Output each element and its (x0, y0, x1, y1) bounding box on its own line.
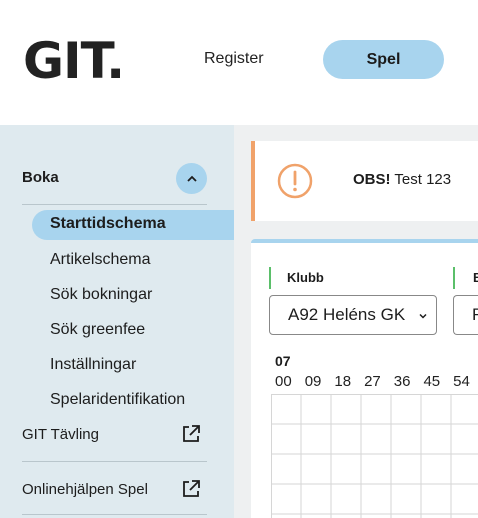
chevron-up-icon (186, 175, 197, 182)
sidebar-divider (22, 461, 207, 462)
schedule-hour: 07 (275, 353, 291, 369)
notice-bold: OBS! (353, 171, 391, 188)
sidebar-item-installningar[interactable]: Inställningar (50, 356, 136, 374)
notice-banner: OBS! Test 123 (251, 141, 478, 221)
field-marker (453, 267, 455, 289)
second-filter-select[interactable]: F (453, 295, 478, 335)
second-filter-label: B (473, 270, 478, 285)
minute-label: 00 (275, 373, 292, 390)
minute-label: 18 (334, 373, 352, 390)
warning-circle-icon (277, 163, 313, 199)
notice-message: OBS! Test 123 (353, 171, 451, 188)
top-header: GIT. Register Spel (0, 0, 478, 125)
git-logo[interactable]: GIT. (23, 32, 125, 90)
sidebar-divider (22, 514, 207, 515)
minute-label: 09 (304, 373, 322, 390)
sidebar-item-artikelschema[interactable]: Artikelschema (50, 251, 150, 269)
sidebar-item-sok-greenfee[interactable]: Sök greenfee (50, 321, 145, 339)
notice-text: Test 123 (390, 171, 452, 188)
second-filter-value: F (472, 305, 478, 324)
klubb-label: Klubb (287, 270, 324, 285)
sidebar-divider (22, 204, 207, 205)
nav-spel-button[interactable]: Spel (323, 40, 444, 79)
chevron-down-icon (419, 313, 427, 319)
field-marker (269, 267, 271, 289)
klubb-select[interactable]: A92 Heléns GK (269, 295, 437, 335)
minute-label: 54 (453, 373, 470, 390)
sidebar-link-git-tavling[interactable]: GIT Tävling (22, 426, 99, 443)
collapse-boka-button[interactable] (176, 163, 207, 194)
sidebar-item-sok-bokningar[interactable]: Sök bokningar (50, 286, 152, 304)
sidebar: Boka Starttidschema Artikelschema Sök bo… (0, 125, 234, 518)
sidebar-section-boka[interactable]: Boka (22, 169, 59, 186)
schedule-minutes: 00 09 18 27 36 45 54 (275, 373, 478, 390)
sidebar-item-spelaridentifikation[interactable]: Spelaridentifikation (50, 391, 185, 409)
minute-label: 45 (423, 373, 441, 390)
sidebar-item-starttidschema[interactable]: Starttidschema (50, 215, 166, 233)
schedule-panel: Klubb B A92 Heléns GK F 07 00 09 18 27 3… (251, 239, 478, 518)
external-link-icon[interactable] (181, 424, 201, 444)
klubb-select-value: A92 Heléns GK (288, 305, 406, 324)
minute-label: 36 (393, 373, 411, 390)
nav-register-link[interactable]: Register (204, 50, 264, 68)
main-content: OBS! Test 123 Klubb B A92 Heléns GK F 07… (234, 125, 478, 518)
sidebar-link-onlinehjalpen[interactable]: Onlinehjälpen Spel (22, 481, 148, 498)
external-link-icon[interactable] (181, 479, 201, 499)
minute-label: 27 (364, 373, 381, 390)
tee-time-grid[interactable] (271, 394, 478, 518)
